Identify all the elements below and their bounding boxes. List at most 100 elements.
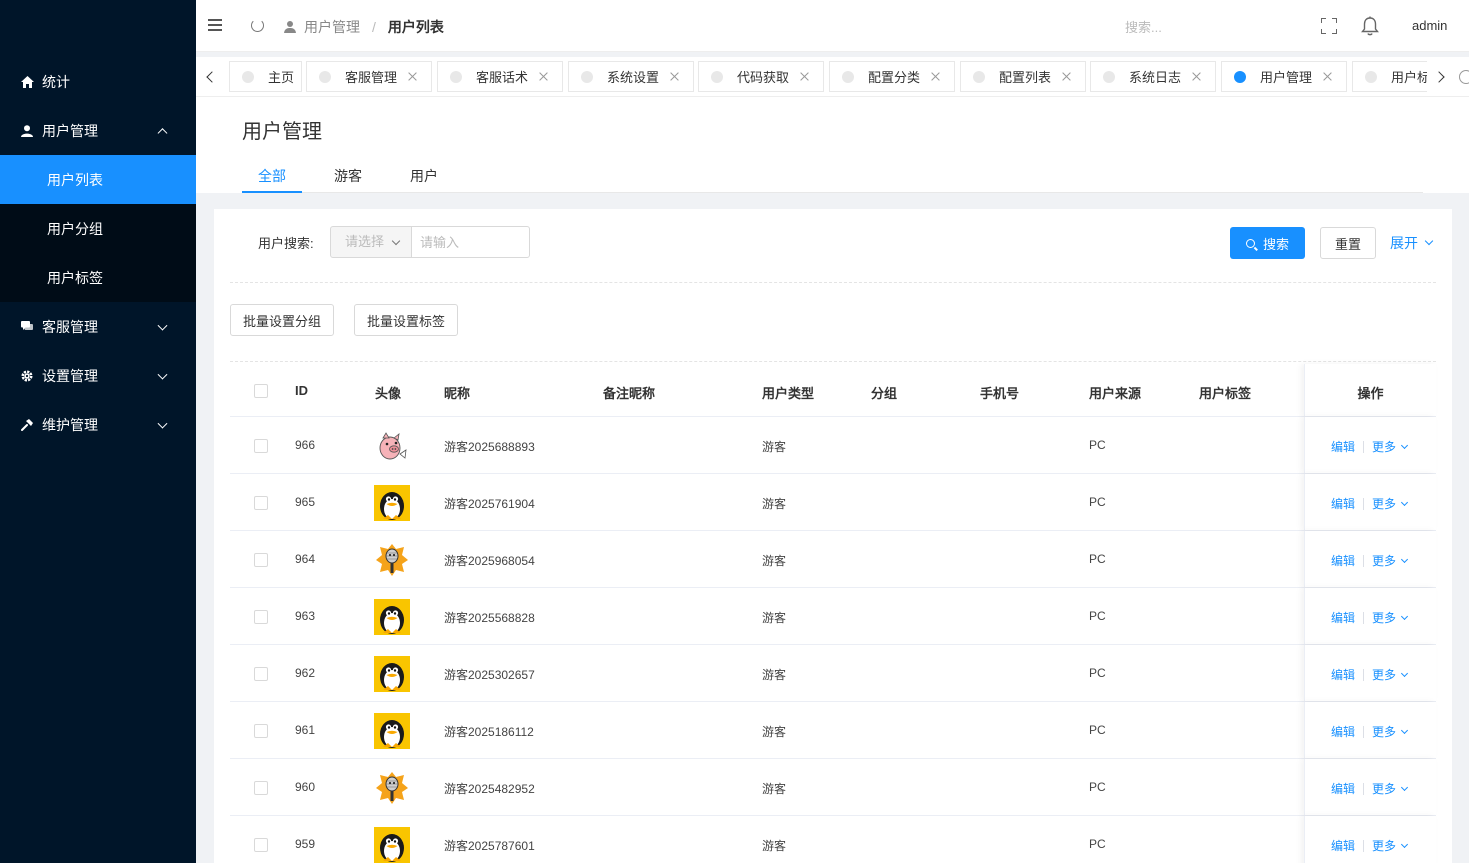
reset-button[interactable]: 重置: [1320, 227, 1376, 259]
search-input[interactable]: [411, 226, 530, 258]
column-header-actions: 操作: [1357, 386, 1384, 401]
close-icon[interactable]: [670, 72, 679, 81]
cell-user-type: 游客: [762, 554, 787, 568]
breadcrumb-parent[interactable]: 用户管理: [304, 17, 360, 37]
tab-system-settings[interactable]: 系统设置: [568, 61, 694, 92]
cell-id: 964: [295, 552, 316, 566]
cell-source: PC: [1089, 723, 1106, 737]
edit-link[interactable]: 编辑: [1331, 780, 1355, 797]
more-link[interactable]: 更多: [1372, 609, 1396, 626]
column-header-remark: 备注昵称: [603, 386, 656, 401]
table-header: ID 头像 昵称 备注昵称 用户类型 分组 手机号 用户来源 用户标签 操作: [230, 364, 1436, 417]
tab-all[interactable]: 全部: [258, 166, 286, 186]
tab-service-scripts[interactable]: 客服话术: [437, 61, 563, 92]
more-link[interactable]: 更多: [1372, 780, 1396, 797]
edit-link[interactable]: 编辑: [1331, 666, 1355, 683]
tab-scroll-right-button[interactable]: [1427, 57, 1453, 96]
menu-toggle-icon[interactable]: [208, 19, 222, 31]
edit-link[interactable]: 编辑: [1331, 552, 1355, 569]
cell-source: PC: [1089, 438, 1106, 452]
tab-guest[interactable]: 游客: [334, 166, 362, 186]
tab-user[interactable]: 用户: [410, 166, 438, 186]
avatar: [374, 542, 410, 578]
close-icon[interactable]: [931, 72, 940, 81]
edit-link[interactable]: 编辑: [1331, 723, 1355, 740]
cell-nickname: 游客2025568828: [444, 611, 535, 625]
row-actions-cell: 编辑 更多: [1304, 816, 1436, 863]
row-checkbox[interactable]: [254, 838, 268, 852]
table-row: 965 游客2025761904 游客 PC 编辑 更多: [230, 474, 1436, 531]
more-link[interactable]: 更多: [1372, 666, 1396, 683]
tab-options-icon[interactable]: [1459, 70, 1469, 84]
row-checkbox[interactable]: [254, 724, 268, 738]
close-icon[interactable]: [408, 72, 417, 81]
breadcrumb: 用户管理 / 用户列表: [284, 17, 444, 37]
tab-home[interactable]: 主页: [229, 61, 302, 92]
tab-config-category[interactable]: 配置分类: [829, 61, 955, 92]
action-divider: [1363, 497, 1365, 510]
sidebar-item-label: 统计: [42, 73, 70, 90]
row-checkbox[interactable]: [254, 781, 268, 795]
sidebar-item-stats[interactable]: 统计: [0, 57, 196, 106]
fullscreen-icon[interactable]: [1321, 18, 1337, 34]
row-checkbox[interactable]: [254, 667, 268, 681]
tab-user-management[interactable]: 用户管理: [1221, 61, 1347, 92]
more-link[interactable]: 更多: [1372, 723, 1396, 740]
close-icon[interactable]: [539, 72, 548, 81]
table-row: 962 游客2025302657 游客 PC 编辑 更多: [230, 645, 1436, 702]
chevron-up-icon: [157, 127, 168, 138]
edit-link[interactable]: 编辑: [1331, 837, 1355, 854]
cell-user-type: 游客: [762, 611, 787, 625]
tab-code-fetch[interactable]: 代码获取: [698, 61, 824, 92]
chevron-down-icon: [1400, 441, 1409, 449]
edit-link[interactable]: 编辑: [1331, 438, 1355, 455]
sidebar-item-settings-management[interactable]: 设置管理: [0, 351, 196, 400]
sidebar-item-user-list[interactable]: 用户列表: [0, 155, 196, 204]
column-header-group: 分组: [871, 386, 898, 401]
refresh-icon[interactable]: [251, 19, 264, 32]
tab-scroll-left-button[interactable]: [196, 57, 224, 96]
bell-icon[interactable]: [1361, 16, 1379, 36]
tab-label: 系统日志: [1129, 70, 1182, 85]
select-all-checkbox[interactable]: [254, 384, 268, 398]
header-search-input[interactable]: 搜索...: [1125, 17, 1162, 36]
row-checkbox[interactable]: [254, 553, 268, 567]
batch-set-tag-button[interactable]: 批量设置标签: [354, 304, 458, 336]
cell-user-type: 游客: [762, 839, 787, 853]
search-button-label: 搜索: [1262, 236, 1289, 252]
tab-system-log[interactable]: 系统日志: [1090, 61, 1216, 92]
user-menu[interactable]: admin: [1412, 18, 1447, 33]
search-button[interactable]: 搜索: [1230, 227, 1305, 259]
cell-source: PC: [1089, 666, 1106, 680]
batch-set-group-button[interactable]: 批量设置分组: [230, 304, 334, 336]
sidebar-item-user-tag[interactable]: 用户标签: [0, 253, 196, 302]
row-actions-cell: 编辑 更多: [1304, 759, 1436, 815]
tab-service-management[interactable]: 客服管理: [306, 61, 432, 92]
close-icon[interactable]: [1323, 72, 1332, 81]
edit-link[interactable]: 编辑: [1331, 609, 1355, 626]
cell-source: PC: [1089, 552, 1106, 566]
row-checkbox[interactable]: [254, 496, 268, 510]
more-link[interactable]: 更多: [1372, 438, 1396, 455]
cell-source: PC: [1089, 495, 1106, 509]
more-link[interactable]: 更多: [1372, 495, 1396, 512]
expand-filter-link[interactable]: 展开: [1390, 233, 1434, 253]
sidebar-item-user-management[interactable]: 用户管理: [0, 106, 196, 155]
row-checkbox[interactable]: [254, 610, 268, 624]
close-icon[interactable]: [1062, 72, 1071, 81]
tab-status-dot: [450, 70, 462, 83]
avatar: [374, 713, 410, 749]
tab-label: 系统设置: [607, 70, 660, 85]
tab-config-list[interactable]: 配置列表: [960, 61, 1086, 92]
row-checkbox[interactable]: [254, 439, 268, 453]
more-link[interactable]: 更多: [1372, 552, 1396, 569]
sidebar-item-maintenance-management[interactable]: 维护管理: [0, 400, 196, 449]
sidebar-item-user-group[interactable]: 用户分组: [0, 204, 196, 253]
edit-link[interactable]: 编辑: [1331, 495, 1355, 512]
close-icon[interactable]: [1192, 72, 1201, 81]
tab-status-dot: [842, 70, 854, 83]
search-field-select[interactable]: 请选择: [330, 226, 412, 258]
close-icon[interactable]: [800, 72, 809, 81]
more-link[interactable]: 更多: [1372, 837, 1396, 854]
sidebar-item-service-management[interactable]: 客服管理: [0, 302, 196, 351]
